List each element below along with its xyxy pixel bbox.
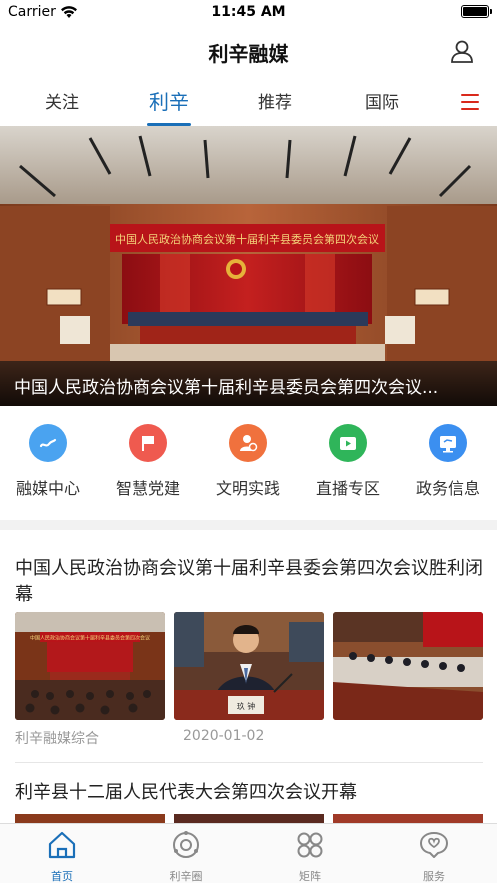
- channel-tabs: 关注 利辛 推荐 国际: [0, 78, 497, 126]
- tab-lixin[interactable]: 利辛: [129, 86, 209, 115]
- app-header: 利辛融媒: [0, 26, 497, 76]
- quick-entry-label: 智慧党建: [115, 479, 180, 498]
- user-profile-icon[interactable]: [449, 38, 475, 64]
- thumbnail-banner-text: 中国人民政治协商会议第十届利辛县委员会第四次会议: [30, 635, 150, 642]
- tab-guoji[interactable]: 国际: [342, 88, 422, 113]
- tab-guanzhu[interactable]: 关注: [22, 88, 102, 113]
- news-title: 利辛县十二届人民代表大会第四次会议开幕: [15, 782, 357, 803]
- app-title: 利辛融媒: [208, 42, 289, 66]
- quick-entry-label: 政务信息: [415, 479, 480, 498]
- headline-banner[interactable]: 中国人民政治协商会议第十届利辛县委员会第四次会议 中国人民政治协商会议第十届利辛…: [0, 126, 497, 406]
- speaker-nameplate-text: 玖 钟: [237, 701, 256, 711]
- matrix-icon: [297, 832, 323, 858]
- live-play-icon: [329, 424, 367, 462]
- bottom-tab-matrix[interactable]: 矩阵: [265, 830, 355, 883]
- tab-tuijian[interactable]: 推荐: [235, 88, 315, 113]
- government-screen-icon: [429, 424, 467, 462]
- news-thumbnail: 中国人民政治协商会议第十届利辛县委员会第四次会议: [15, 612, 165, 720]
- quick-entry-government[interactable]: 政务信息: [398, 424, 497, 499]
- bottom-tab-label: 服务: [423, 870, 445, 883]
- quick-entry-label: 文明实践: [215, 479, 280, 498]
- home-icon: [48, 831, 76, 859]
- news-thumbnail: 玖 钟: [174, 612, 324, 720]
- news-title: 中国人民政治协商会议第十届利辛县委会第四次会议胜利闭幕: [15, 558, 483, 605]
- status-bar: Carrier 11:45 AM: [0, 0, 497, 26]
- quick-entries: 融媒中心 智慧党建 文明实践 直播专区 政务信息: [0, 406, 497, 520]
- news-source: 利辛融媒综合: [15, 731, 99, 747]
- news-item[interactable]: 中国人民政治协商会议第十届利辛县委会第四次会议胜利闭幕 中国人民政治协商会议第十…: [0, 530, 497, 760]
- battery-icon: [461, 5, 492, 18]
- news-divider: [15, 762, 483, 763]
- status-time: 11:45 AM: [211, 4, 286, 20]
- quick-entry-live[interactable]: 直播专区: [298, 424, 398, 499]
- section-divider: [0, 520, 497, 530]
- bottom-tab-bar: 首页 利辛圈 矩阵 服务: [0, 823, 497, 883]
- quick-entry-civilization[interactable]: 文明实践: [198, 424, 298, 499]
- link-icon: [29, 424, 67, 462]
- bottom-tab-label: 矩阵: [299, 870, 321, 883]
- bottom-tab-home[interactable]: 首页: [17, 830, 107, 883]
- volunteer-icon: [229, 424, 267, 462]
- news-thumbnail: [333, 612, 483, 720]
- bottom-tab-label: 利辛圈: [169, 870, 203, 883]
- news-date: 2020-01-02: [183, 728, 265, 744]
- bottom-tab-label: 首页: [51, 870, 73, 883]
- bottom-tab-lixin-circle[interactable]: 利辛圈: [141, 830, 231, 883]
- party-flag-icon: [129, 424, 167, 462]
- news-item[interactable]: 利辛县十二届人民代表大会第四次会议开幕: [0, 764, 497, 824]
- banner-caption: 中国人民政治协商会议第十届利辛县委员会第四次会议...: [14, 378, 439, 398]
- channel-menu-icon[interactable]: [461, 94, 479, 110]
- service-icon: [420, 832, 448, 858]
- quick-entry-media-center[interactable]: 融媒中心: [0, 424, 98, 499]
- quick-entry-party-building[interactable]: 智慧党建: [98, 424, 198, 499]
- bottom-tab-service[interactable]: 服务: [389, 830, 479, 883]
- quick-entry-label: 直播专区: [315, 479, 380, 498]
- circle-icon: [173, 831, 199, 858]
- stage-banner-text: 中国人民政治协商会议第十届利辛县委员会第四次会议: [115, 232, 379, 246]
- quick-entry-label: 融媒中心: [15, 479, 80, 498]
